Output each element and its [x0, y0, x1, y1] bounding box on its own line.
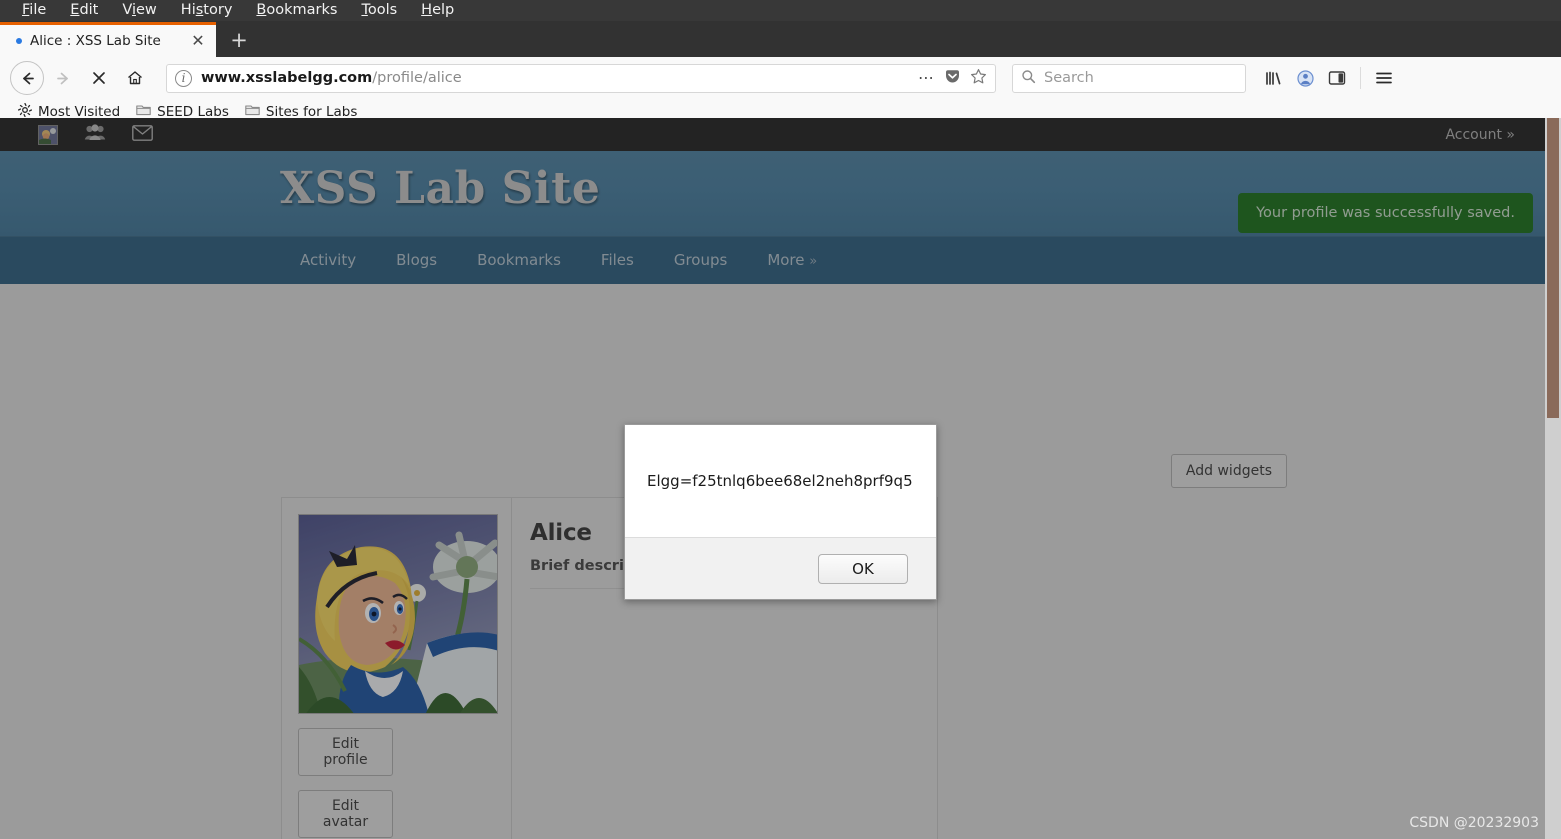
- site-title: XSS Lab Site: [280, 163, 601, 214]
- nav-item-files[interactable]: Files: [581, 251, 654, 269]
- toolbar-divider: [1360, 67, 1361, 89]
- bookmark-star-icon[interactable]: [970, 68, 987, 89]
- url-path: /profile/alice: [372, 70, 462, 86]
- url-bar-actions: ⋯: [918, 68, 987, 89]
- alert-footer: OK: [625, 537, 936, 599]
- tab-title: Alice : XSS Lab Site: [30, 33, 161, 49]
- tab-strip: Alice : XSS Lab Site ✕ +: [0, 21, 1561, 57]
- profile-sidebar: Edit profile Edit avatar Blogs Bookmarks…: [282, 498, 512, 839]
- page-actions-icon[interactable]: ⋯: [918, 70, 935, 85]
- stop-icon[interactable]: [82, 61, 116, 95]
- menu-edit[interactable]: Edit: [58, 0, 110, 21]
- profile-avatar[interactable]: [298, 514, 498, 714]
- pocket-icon[interactable]: [944, 68, 961, 89]
- site-topbar: Account »: [0, 118, 1545, 151]
- page-viewport: Account » XSS Lab Site Your profile was …: [0, 118, 1561, 839]
- navigation-toolbar: i www.xsslabelgg.com/profile/alice ⋯ Sea…: [0, 57, 1561, 99]
- tab-loading-dot-icon: [16, 38, 22, 44]
- url-bar[interactable]: i www.xsslabelgg.com/profile/alice ⋯: [166, 63, 996, 93]
- chrome-actions: [1258, 61, 1399, 95]
- site-header: XSS Lab Site Your profile was successful…: [0, 151, 1545, 236]
- close-icon[interactable]: ✕: [188, 31, 208, 51]
- home-icon[interactable]: [118, 61, 152, 95]
- library-icon[interactable]: [1258, 61, 1288, 95]
- edit-profile-button[interactable]: Edit profile: [298, 728, 393, 776]
- sidebar-toggle-icon[interactable]: [1322, 61, 1352, 95]
- menu-bookmarks[interactable]: Bookmarks: [244, 0, 349, 21]
- messages-icon[interactable]: [132, 124, 153, 145]
- watermark: CSDN @20232903: [1409, 815, 1539, 831]
- browser-window: File Edit View History Bookmarks Tools H…: [0, 0, 1561, 839]
- search-placeholder: Search: [1044, 70, 1094, 86]
- edit-avatar-button[interactable]: Edit avatar: [298, 790, 393, 838]
- account-menu[interactable]: Account »: [1445, 127, 1531, 143]
- nav-item-groups[interactable]: Groups: [654, 251, 747, 269]
- hamburger-menu-icon[interactable]: [1369, 61, 1399, 95]
- sync-account-icon[interactable]: [1290, 61, 1320, 95]
- forward-icon[interactable]: [46, 61, 80, 95]
- search-bar[interactable]: Search: [1012, 63, 1246, 93]
- new-tab-icon[interactable]: +: [222, 23, 256, 57]
- nav-item-activity[interactable]: Activity: [280, 251, 376, 269]
- nav-item-bookmarks[interactable]: Bookmarks: [457, 251, 581, 269]
- search-icon: [1021, 69, 1036, 88]
- nav-more-label: More: [767, 251, 805, 269]
- friends-icon[interactable]: [84, 124, 106, 145]
- tab-alice-xss-lab-site[interactable]: Alice : XSS Lab Site ✕: [0, 22, 216, 57]
- add-widgets-button[interactable]: Add widgets: [1170, 454, 1287, 488]
- nav-item-blogs[interactable]: Blogs: [376, 251, 457, 269]
- back-icon[interactable]: [10, 61, 44, 95]
- javascript-alert-dialog: Elgg=f25tnlq6bee68el2neh8prf9q5 OK: [624, 424, 937, 600]
- site-navigation: Activity Blogs Bookmarks Files Groups Mo…: [0, 236, 1545, 284]
- menu-view[interactable]: View: [110, 0, 168, 21]
- topbar-icon-group: [38, 124, 153, 145]
- alert-ok-button[interactable]: OK: [818, 553, 908, 584]
- alert-body: Elgg=f25tnlq6bee68el2neh8prf9q5: [625, 425, 936, 537]
- nav-item-more[interactable]: More »: [747, 251, 837, 269]
- chevron-right-icon: »: [809, 254, 818, 269]
- url-text: www.xsslabelgg.com/profile/alice: [201, 70, 462, 86]
- alert-message: Elgg=f25tnlq6bee68el2neh8prf9q5: [647, 471, 913, 490]
- menu-tools[interactable]: Tools: [349, 0, 409, 21]
- scrollbar-thumb[interactable]: [1547, 118, 1559, 418]
- url-host: www.xsslabelgg.com: [201, 70, 373, 86]
- menu-history[interactable]: History: [169, 0, 245, 21]
- success-notice: Your profile was successfully saved.: [1238, 193, 1533, 233]
- site-info-icon[interactable]: i: [175, 69, 192, 87]
- menu-bar: File Edit View History Bookmarks Tools H…: [0, 0, 1561, 21]
- menu-file[interactable]: File: [10, 0, 58, 21]
- avatar-thumbnail-icon[interactable]: [38, 124, 58, 145]
- page-scrollbar[interactable]: [1545, 118, 1561, 839]
- menu-help[interactable]: Help: [409, 0, 466, 21]
